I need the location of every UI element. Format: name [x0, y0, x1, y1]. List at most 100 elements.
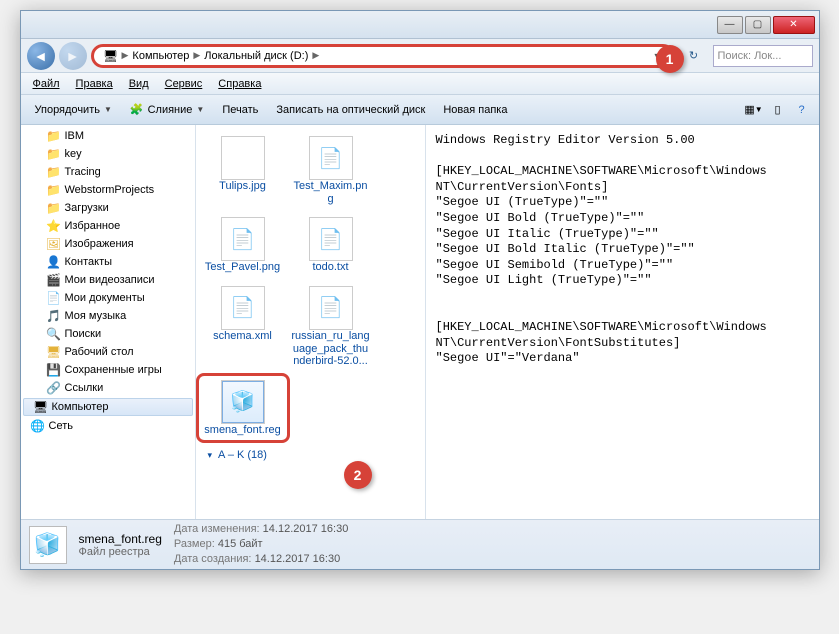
- sidebar-item-label: Рабочий стол: [65, 346, 134, 358]
- file-item[interactable]: 📄Test_Pavel.png: [200, 214, 286, 277]
- sidebar-item[interactable]: 📄Мои документы: [21, 289, 195, 307]
- merge-button[interactable]: 🧩Слияние▼: [122, 100, 212, 119]
- file-name: todo.txt: [312, 261, 348, 274]
- file-item[interactable]: 📄todo.txt: [288, 214, 374, 277]
- computer-icon: 🖥: [34, 400, 48, 414]
- menu-help[interactable]: Справка: [212, 76, 267, 92]
- created-value: 14.12.2017 16:30: [255, 553, 341, 565]
- file-item[interactable]: Tulips.jpg: [200, 133, 286, 208]
- sidebar-item[interactable]: 💾 Сохраненные игры: [21, 361, 195, 379]
- refresh-button[interactable]: ↻: [683, 45, 705, 67]
- sidebar-item[interactable]: 📁Tracing: [21, 163, 195, 181]
- sidebar-network[interactable]: 🌐Сеть: [21, 417, 195, 435]
- address-bar[interactable]: 🖥 ▶ Компьютер ▶ Локальный диск (D:) ▶ ▼ …: [91, 44, 675, 68]
- callout-1: 1: [656, 45, 684, 73]
- toolbar: Упорядочить▼ 🧩Слияние▼ Печать Записать н…: [21, 95, 819, 125]
- details-filename: smena_font.reg: [79, 532, 162, 546]
- sidebar-item-label: Мои видеозаписи: [65, 274, 155, 286]
- sidebar-item-label: Избранное: [65, 220, 121, 232]
- menu-edit[interactable]: Правка: [70, 76, 119, 92]
- file-item[interactable]: 📄russian_ru_language_pack_thunderbird-52…: [288, 283, 374, 371]
- modified-value: 14.12.2017 16:30: [263, 523, 349, 535]
- file-name: smena_font.reg: [204, 424, 280, 437]
- sidebar-item[interactable]: 🎬Мои видеозаписи: [21, 271, 195, 289]
- group-header[interactable]: ▾A – K (18): [200, 445, 421, 465]
- sidebar-item-label: WebstormProjects: [65, 184, 155, 196]
- sidebar-item-label: Ссылки: [65, 382, 104, 394]
- breadcrumb-drive-d[interactable]: Локальный диск (D:): [204, 50, 308, 62]
- preview-pane-button[interactable]: ▯: [767, 99, 789, 121]
- folder-icon: 🔗: [47, 381, 61, 395]
- callout-2: 2: [344, 461, 372, 489]
- details-filetype: Файл реестра: [79, 546, 162, 558]
- details-pane: 🧊 smena_font.reg Файл реестра Дата измен…: [21, 519, 819, 569]
- help-button[interactable]: ?: [791, 99, 813, 121]
- sidebar-item[interactable]: 👤 Контакты: [21, 253, 195, 271]
- search-placeholder: Поиск: Лок...: [718, 50, 782, 62]
- folder-icon: 📁: [47, 201, 61, 215]
- sidebar-item[interactable]: 📁WebstormProjects: [21, 181, 195, 199]
- sidebar-item-label: Моя музыка: [65, 310, 127, 322]
- details-name-col: smena_font.reg Файл реестра: [79, 532, 162, 558]
- sidebar-item[interactable]: ⭐ Избранное: [21, 217, 195, 235]
- sidebar-computer[interactable]: 🖥Компьютер: [23, 398, 193, 416]
- sidebar-item[interactable]: 📁 IBM: [21, 127, 195, 145]
- folder-icon: 👤: [47, 255, 61, 269]
- search-input[interactable]: Поиск: Лок...: [713, 45, 813, 67]
- menu-tools[interactable]: Сервис: [159, 76, 209, 92]
- menu-view[interactable]: Вид: [123, 76, 155, 92]
- file-name: Test_Maxim.png: [291, 180, 371, 205]
- folder-icon: 💾: [47, 363, 61, 377]
- view-options-button[interactable]: ▦▼: [743, 99, 765, 121]
- organize-button[interactable]: Упорядочить▼: [27, 101, 120, 119]
- sidebar-item[interactable]: 📁 Загрузки: [21, 199, 195, 217]
- sidebar-item-label: Мои документы: [65, 292, 145, 304]
- folder-icon: 🎵: [47, 309, 61, 323]
- sidebar-item[interactable]: 🔍Поиски: [21, 325, 195, 343]
- file-pane[interactable]: 2 Tulips.jpg 📄Test_Maxim.png📄Test_Pavel.p…: [196, 125, 426, 519]
- new-folder-button[interactable]: Новая папка: [435, 101, 515, 119]
- sidebar-item-label: Сохраненные игры: [65, 364, 162, 376]
- burn-button[interactable]: Записать на оптический диск: [268, 101, 433, 119]
- file-item[interactable]: 📄schema.xml: [200, 283, 286, 371]
- modified-label: Дата изменения:: [174, 523, 260, 535]
- print-button[interactable]: Печать: [214, 101, 266, 119]
- body: 📁IBM📁key📁Tracing📁WebstormProjects📁Загруз…: [21, 125, 819, 519]
- maximize-button[interactable]: ▢: [745, 16, 771, 34]
- folder-icon: 🔍: [47, 327, 61, 341]
- close-button[interactable]: ✕: [773, 16, 815, 34]
- navbar: ◄ ► 🖥 ▶ Компьютер ▶ Локальный диск (D:) …: [21, 39, 819, 73]
- forward-button[interactable]: ►: [59, 42, 87, 70]
- reg-icon: 🧊: [29, 526, 67, 564]
- sidebar-item[interactable]: 🖼Изображения: [21, 235, 195, 253]
- folder-icon: 📁: [47, 165, 61, 179]
- file-name: Tulips.jpg: [219, 180, 266, 193]
- breadcrumb-computer[interactable]: Компьютер: [132, 50, 189, 62]
- minimize-button[interactable]: —: [717, 16, 743, 34]
- sidebar-item-label: Контакты: [65, 256, 113, 268]
- network-icon: 🌐: [31, 419, 45, 433]
- sidebar-item[interactable]: 🔗 Ссылки: [21, 379, 195, 397]
- sidebar-item-label: Загрузки: [65, 202, 109, 214]
- created-label: Дата создания:: [174, 553, 252, 565]
- sidebar-item[interactable]: 🖥 Рабочий стол: [21, 343, 195, 361]
- back-button[interactable]: ◄: [27, 42, 55, 70]
- chevron-right-icon: ▶: [193, 50, 200, 61]
- computer-icon: 🖥: [104, 49, 118, 63]
- file-name: Test_Pavel.png: [205, 261, 280, 274]
- menu-file[interactable]: Файл: [27, 76, 66, 92]
- folder-icon: 📁: [47, 129, 61, 143]
- merge-icon: 🧩: [130, 103, 144, 116]
- file-name: russian_ru_language_pack_thunderbird-52.…: [291, 330, 371, 368]
- file-item[interactable]: 📄Test_Maxim.png: [288, 133, 374, 208]
- explorer-window: — ▢ ✕ ◄ ► 🖥 ▶ Компьютер ▶ Локальный диск…: [20, 10, 820, 570]
- chevron-down-icon: ▾: [208, 450, 213, 461]
- sidebar-item[interactable]: 📁key: [21, 145, 195, 163]
- file-item[interactable]: 🧊smena_font.reg: [200, 377, 286, 440]
- sidebar-item-label: IBM: [65, 130, 85, 142]
- sidebar-item[interactable]: 🎵 Моя музыка: [21, 307, 195, 325]
- folder-icon: 🖥: [47, 345, 61, 359]
- address-wrap: 🖥 ▶ Компьютер ▶ Локальный диск (D:) ▶ ▼ …: [91, 44, 675, 68]
- folder-icon: ⭐: [47, 219, 61, 233]
- size-label: Размер:: [174, 538, 215, 550]
